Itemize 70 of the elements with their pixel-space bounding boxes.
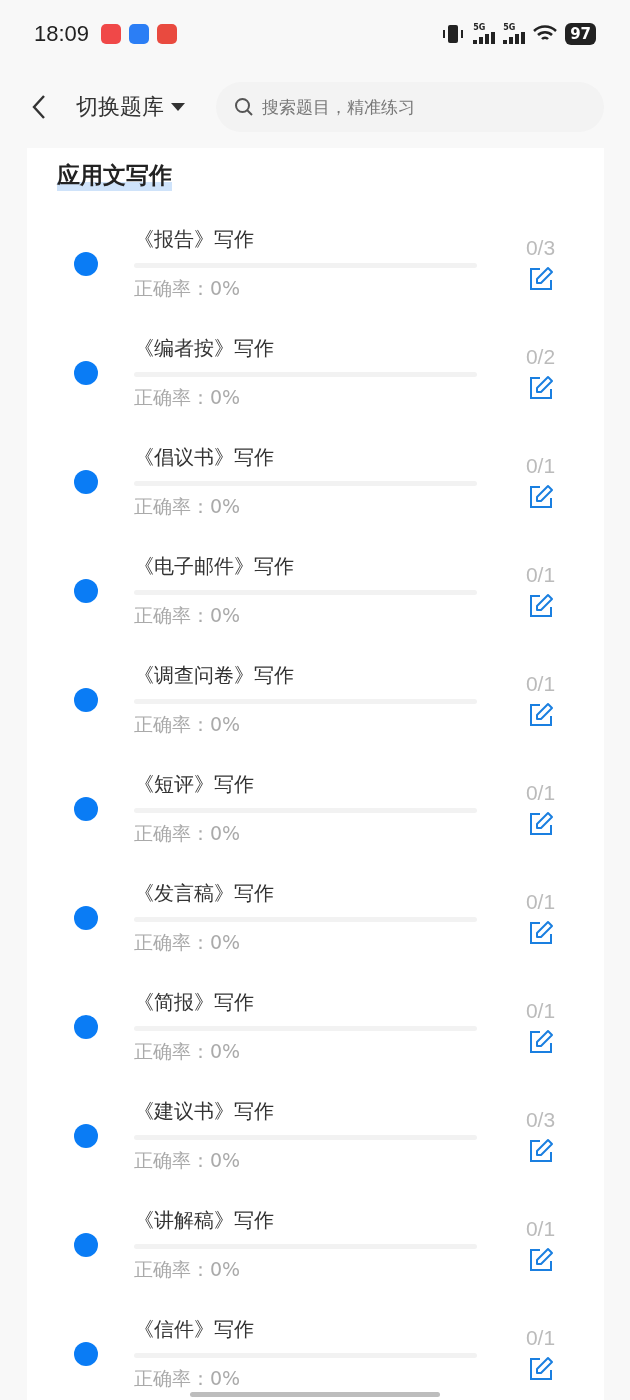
topic-title[interactable]: 《电子邮件》写作 [134,552,477,580]
progress-count: 0/1 [525,1216,556,1241]
accuracy-text: 正确率：0% [134,602,242,628]
status-dot [74,469,98,494]
topic-title[interactable]: 《倡议书》写作 [134,443,477,471]
status-time: 18:09 [34,21,90,47]
app-icon [129,24,150,44]
topic-title[interactable]: 《编者按》写作 [134,334,477,362]
accuracy-text: 正确率：0% [134,1365,242,1391]
edit-icon[interactable] [527,1137,554,1164]
status-dot [74,360,98,385]
progress-count: 0/1 [525,780,556,805]
app-icon [101,24,122,44]
status-dot [74,1123,98,1148]
status-dot [74,1232,98,1257]
network-label: 5G [503,24,516,32]
vibrate-icon [441,24,466,44]
edit-icon[interactable] [527,1246,554,1273]
edit-icon[interactable] [527,810,554,837]
progress-count: 0/1 [525,1325,556,1350]
network-label: 5G [473,24,486,32]
signal-icon [503,32,526,44]
status-dot [74,905,98,930]
progress-count: 0/1 [525,998,556,1023]
app-icon [157,24,178,44]
progress-count: 0/2 [525,344,556,369]
edit-icon[interactable] [527,265,554,292]
progress-count: 0/1 [525,453,556,478]
topic-title[interactable]: 《讲解稿》写作 [134,1206,477,1234]
search-field[interactable]: 搜索题目，精准练习 [216,82,604,132]
accuracy-text: 正确率：0% [134,493,242,519]
accuracy-text: 正确率：0% [134,1147,242,1173]
accuracy-text: 正确率：0% [134,820,242,846]
edit-icon[interactable] [527,1355,554,1382]
status-dot [74,796,98,821]
edit-icon[interactable] [527,483,554,510]
status-dot [74,1014,98,1039]
accuracy-text: 正确率：0% [134,275,242,301]
signal-icon [473,32,496,44]
status-dot [74,687,98,712]
accuracy-text: 正确率：0% [134,711,242,737]
accuracy-text: 正确率：0% [134,929,242,955]
search-icon [234,97,254,117]
topic-title[interactable]: 《发言稿》写作 [134,879,477,907]
progress-count: 0/1 [525,562,556,587]
edit-icon[interactable] [527,374,554,401]
accuracy-text: 正确率：0% [134,1256,242,1282]
section-title: 应用文写作 [57,160,172,191]
status-dot [74,578,98,603]
topic-title[interactable]: 《信件》写作 [134,1315,477,1343]
topic-title[interactable]: 《简报》写作 [134,988,477,1016]
accuracy-text: 正确率：0% [134,1038,242,1064]
edit-icon[interactable] [527,919,554,946]
topic-title[interactable]: 《调查问卷》写作 [134,661,477,689]
progress-count: 0/1 [525,889,556,914]
topic-title[interactable]: 《报告》写作 [134,225,477,253]
edit-icon[interactable] [527,701,554,728]
status-dot [74,1341,98,1366]
progress-count: 0/3 [525,235,556,260]
edit-icon[interactable] [527,592,554,619]
accuracy-text: 正确率：0% [134,384,242,410]
battery-level: 97 [565,23,596,45]
caret-icon[interactable] [170,101,186,113]
progress-count: 0/3 [525,1107,556,1132]
topic-title[interactable]: 《短评》写作 [134,770,477,798]
bank-switch-title[interactable]: 切换题库 [76,92,164,122]
topic-title[interactable]: 《建议书》写作 [134,1097,477,1125]
progress-count: 0/1 [525,671,556,696]
status-dot [74,251,98,276]
edit-icon[interactable] [527,1028,554,1055]
